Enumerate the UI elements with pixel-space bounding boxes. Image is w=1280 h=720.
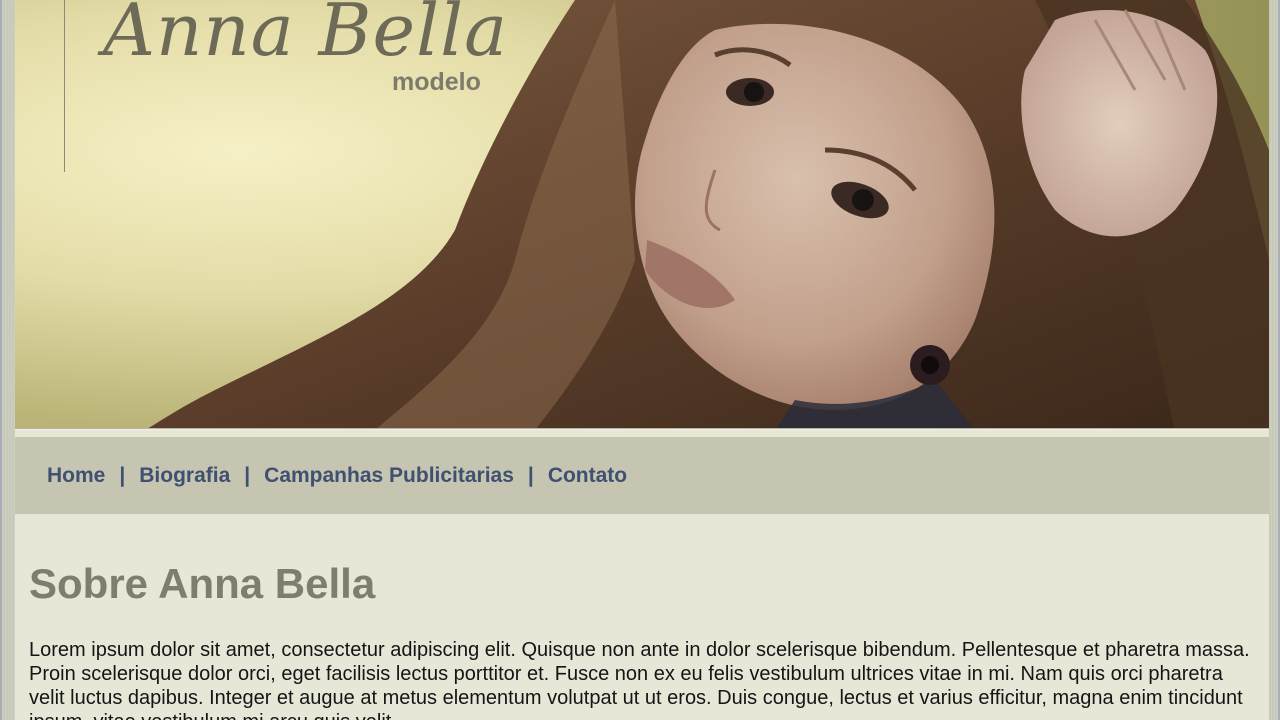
nav-link-campanhas[interactable]: Campanhas Publicitarias xyxy=(264,464,514,488)
logo-divider xyxy=(64,0,65,172)
banner-rule xyxy=(15,428,1269,430)
browser-frame: Anna Bella modelo Home | Biografia | Cam… xyxy=(0,0,1280,720)
main-content: Sobre Anna Bella Lorem ipsum dolor sit a… xyxy=(29,514,1255,720)
nav-separator: | xyxy=(527,463,534,487)
page-title: Sobre Anna Bella xyxy=(29,560,376,607)
nav-separator: | xyxy=(119,463,126,487)
brand-subtitle: modelo xyxy=(392,68,481,96)
nav-separator: | xyxy=(244,463,251,487)
main-nav: Home | Biografia | Campanhas Publicitari… xyxy=(15,437,1269,514)
nav-link-contato[interactable]: Contato xyxy=(548,464,627,488)
hero-banner: Anna Bella modelo xyxy=(15,0,1269,430)
nav-link-biografia[interactable]: Biografia xyxy=(139,464,230,488)
page: Anna Bella modelo Home | Biografia | Cam… xyxy=(15,0,1269,720)
intro-paragraph: Lorem ipsum dolor sit amet, consectetur … xyxy=(29,639,1250,720)
nav-link-home[interactable]: Home xyxy=(47,464,105,488)
brand-name: Anna Bella xyxy=(103,0,509,72)
